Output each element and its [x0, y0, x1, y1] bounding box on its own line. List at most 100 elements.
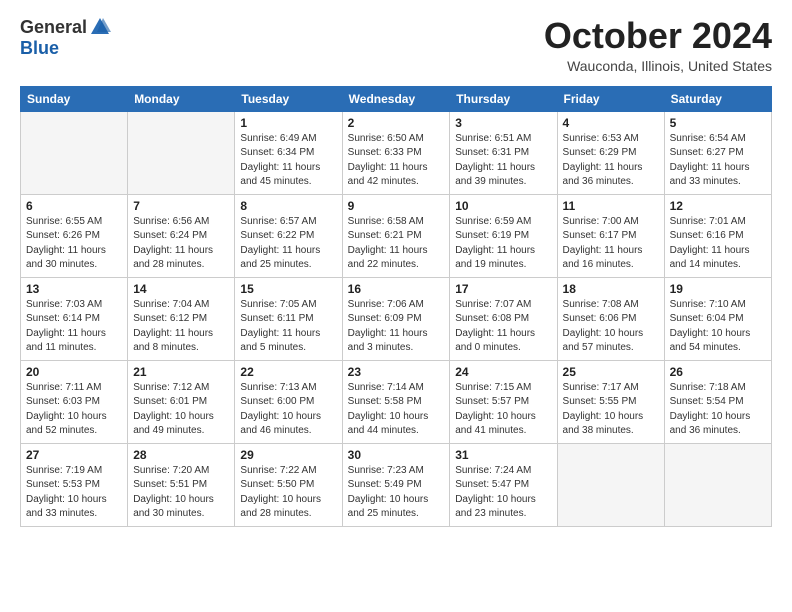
- day-detail: Sunrise: 6:58 AMSunset: 6:21 PMDaylight:…: [348, 215, 445, 273]
- day-detail: Sunrise: 6:57 AMSunset: 6:22 PMDaylight:…: [240, 215, 336, 273]
- page: General Blue October 2024 Wauconda, Illi…: [0, 0, 792, 612]
- logo-general-text: General: [20, 17, 87, 38]
- title-block: October 2024 Wauconda, Illinois, United …: [544, 16, 772, 74]
- day-number: 28: [133, 448, 229, 462]
- day-cell: 1 Sunrise: 6:49 AMSunset: 6:34 PMDaylight…: [235, 111, 342, 194]
- day-cell: 26 Sunrise: 7:18 AMSunset: 5:54 PMDayligh…: [664, 360, 771, 443]
- day-cell: 18 Sunrise: 7:08 AMSunset: 6:06 PMDayligh…: [557, 277, 664, 360]
- day-number: 17: [455, 282, 551, 296]
- day-detail: Sunrise: 7:04 AMSunset: 6:12 PMDaylight:…: [133, 298, 229, 356]
- day-cell: [128, 111, 235, 194]
- day-detail: Sunrise: 7:05 AMSunset: 6:11 PMDaylight:…: [240, 298, 336, 356]
- day-number: 30: [348, 448, 445, 462]
- day-cell: 3Sunrise: 6:51 AMSunset: 6:31 PMDaylight…: [450, 111, 557, 194]
- day-number: 14: [133, 282, 229, 296]
- day-detail: Sunrise: 7:00 AMSunset: 6:17 PMDaylight:…: [563, 215, 659, 273]
- day-cell: 22 Sunrise: 7:13 AMSunset: 6:00 PMDayligh…: [235, 360, 342, 443]
- day-header-saturday: Saturday: [664, 86, 771, 111]
- day-cell: 11 Sunrise: 7:00 AMSunset: 6:17 PMDayligh…: [557, 194, 664, 277]
- day-cell: [664, 443, 771, 526]
- calendar-table: SundayMondayTuesdayWednesdayThursdayFrid…: [20, 86, 772, 527]
- day-cell: 29 Sunrise: 7:22 AMSunset: 5:50 PMDayligh…: [235, 443, 342, 526]
- day-detail: Sunrise: 7:22 AMSunset: 5:50 PMDaylight:…: [240, 464, 336, 522]
- day-detail: Sunrise: 7:18 AMSunset: 5:54 PMDaylight:…: [670, 381, 766, 439]
- day-cell: 13 Sunrise: 7:03 AMSunset: 6:14 PMDayligh…: [21, 277, 128, 360]
- day-detail: Sunrise: 7:01 AMSunset: 6:16 PMDaylight:…: [670, 215, 766, 273]
- day-detail: Sunrise: 7:10 AMSunset: 6:04 PMDaylight:…: [670, 298, 766, 356]
- day-cell: 10 Sunrise: 6:59 AMSunset: 6:19 PMDayligh…: [450, 194, 557, 277]
- day-cell: 23Sunrise: 7:14 AMSunset: 5:58 PMDayligh…: [342, 360, 450, 443]
- day-cell: 5 Sunrise: 6:54 AMSunset: 6:27 PMDaylight…: [664, 111, 771, 194]
- day-cell: 2 Sunrise: 6:50 AMSunset: 6:33 PMDaylight…: [342, 111, 450, 194]
- week-row-4: 20 Sunrise: 7:11 AMSunset: 6:03 PMDayligh…: [21, 360, 772, 443]
- day-header-wednesday: Wednesday: [342, 86, 450, 111]
- day-cell: 16Sunrise: 7:06 AMSunset: 6:09 PMDayligh…: [342, 277, 450, 360]
- day-cell: 4Sunrise: 6:53 AMSunset: 6:29 PMDaylight…: [557, 111, 664, 194]
- day-header-thursday: Thursday: [450, 86, 557, 111]
- month-title: October 2024: [544, 16, 772, 56]
- day-detail: Sunrise: 6:54 AMSunset: 6:27 PMDaylight:…: [670, 132, 766, 190]
- day-detail: Sunrise: 7:11 AMSunset: 6:03 PMDaylight:…: [26, 381, 122, 439]
- day-detail: Sunrise: 7:24 AMSunset: 5:47 PMDaylight:…: [455, 464, 551, 522]
- day-number: 24: [455, 365, 551, 379]
- day-number: 15: [240, 282, 336, 296]
- day-number: 29: [240, 448, 336, 462]
- day-cell: [21, 111, 128, 194]
- day-detail: Sunrise: 7:14 AMSunset: 5:58 PMDaylight:…: [348, 381, 445, 439]
- day-number: 18: [563, 282, 659, 296]
- day-detail: Sunrise: 6:49 AMSunset: 6:34 PMDaylight:…: [240, 132, 336, 190]
- day-header-monday: Monday: [128, 86, 235, 111]
- day-number: 22: [240, 365, 336, 379]
- day-number: 10: [455, 199, 551, 213]
- day-detail: Sunrise: 7:17 AMSunset: 5:55 PMDaylight:…: [563, 381, 659, 439]
- day-number: 9: [348, 199, 445, 213]
- week-row-2: 6Sunrise: 6:55 AMSunset: 6:26 PMDaylight…: [21, 194, 772, 277]
- day-detail: Sunrise: 6:51 AMSunset: 6:31 PMDaylight:…: [455, 132, 551, 190]
- day-detail: Sunrise: 7:07 AMSunset: 6:08 PMDaylight:…: [455, 298, 551, 356]
- day-cell: 7Sunrise: 6:56 AMSunset: 6:24 PMDaylight…: [128, 194, 235, 277]
- day-number: 8: [240, 199, 336, 213]
- day-number: 13: [26, 282, 122, 296]
- day-detail: Sunrise: 6:50 AMSunset: 6:33 PMDaylight:…: [348, 132, 445, 190]
- day-cell: 27Sunrise: 7:19 AMSunset: 5:53 PMDayligh…: [21, 443, 128, 526]
- day-number: 11: [563, 199, 659, 213]
- header-row: SundayMondayTuesdayWednesdayThursdayFrid…: [21, 86, 772, 111]
- day-cell: 28 Sunrise: 7:20 AMSunset: 5:51 PMDayligh…: [128, 443, 235, 526]
- day-cell: [557, 443, 664, 526]
- day-detail: Sunrise: 7:15 AMSunset: 5:57 PMDaylight:…: [455, 381, 551, 439]
- day-cell: 20 Sunrise: 7:11 AMSunset: 6:03 PMDayligh…: [21, 360, 128, 443]
- day-cell: 12 Sunrise: 7:01 AMSunset: 6:16 PMDayligh…: [664, 194, 771, 277]
- day-cell: 14 Sunrise: 7:04 AMSunset: 6:12 PMDayligh…: [128, 277, 235, 360]
- day-detail: Sunrise: 6:56 AMSunset: 6:24 PMDaylight:…: [133, 215, 229, 273]
- week-row-3: 13 Sunrise: 7:03 AMSunset: 6:14 PMDayligh…: [21, 277, 772, 360]
- day-number: 5: [670, 116, 766, 130]
- day-detail: Sunrise: 6:55 AMSunset: 6:26 PMDaylight:…: [26, 215, 122, 273]
- day-cell: 30Sunrise: 7:23 AMSunset: 5:49 PMDayligh…: [342, 443, 450, 526]
- day-number: 31: [455, 448, 551, 462]
- day-detail: Sunrise: 7:06 AMSunset: 6:09 PMDaylight:…: [348, 298, 445, 356]
- day-detail: Sunrise: 7:13 AMSunset: 6:00 PMDaylight:…: [240, 381, 336, 439]
- day-number: 1: [240, 116, 336, 130]
- header: General Blue October 2024 Wauconda, Illi…: [20, 16, 772, 74]
- day-detail: Sunrise: 7:20 AMSunset: 5:51 PMDaylight:…: [133, 464, 229, 522]
- day-number: 27: [26, 448, 122, 462]
- day-cell: 31 Sunrise: 7:24 AMSunset: 5:47 PMDayligh…: [450, 443, 557, 526]
- day-detail: Sunrise: 7:12 AMSunset: 6:01 PMDaylight:…: [133, 381, 229, 439]
- day-number: 25: [563, 365, 659, 379]
- day-detail: Sunrise: 7:08 AMSunset: 6:06 PMDaylight:…: [563, 298, 659, 356]
- day-number: 2: [348, 116, 445, 130]
- day-cell: 9 Sunrise: 6:58 AMSunset: 6:21 PMDaylight…: [342, 194, 450, 277]
- day-cell: 8 Sunrise: 6:57 AMSunset: 6:22 PMDaylight…: [235, 194, 342, 277]
- day-header-tuesday: Tuesday: [235, 86, 342, 111]
- day-detail: Sunrise: 6:59 AMSunset: 6:19 PMDaylight:…: [455, 215, 551, 273]
- logo-icon: [89, 16, 111, 38]
- day-detail: Sunrise: 7:03 AMSunset: 6:14 PMDaylight:…: [26, 298, 122, 356]
- day-cell: 25 Sunrise: 7:17 AMSunset: 5:55 PMDayligh…: [557, 360, 664, 443]
- week-row-5: 27Sunrise: 7:19 AMSunset: 5:53 PMDayligh…: [21, 443, 772, 526]
- day-number: 12: [670, 199, 766, 213]
- day-number: 20: [26, 365, 122, 379]
- day-cell: 6Sunrise: 6:55 AMSunset: 6:26 PMDaylight…: [21, 194, 128, 277]
- day-number: 26: [670, 365, 766, 379]
- day-cell: 15 Sunrise: 7:05 AMSunset: 6:11 PMDayligh…: [235, 277, 342, 360]
- day-number: 4: [563, 116, 659, 130]
